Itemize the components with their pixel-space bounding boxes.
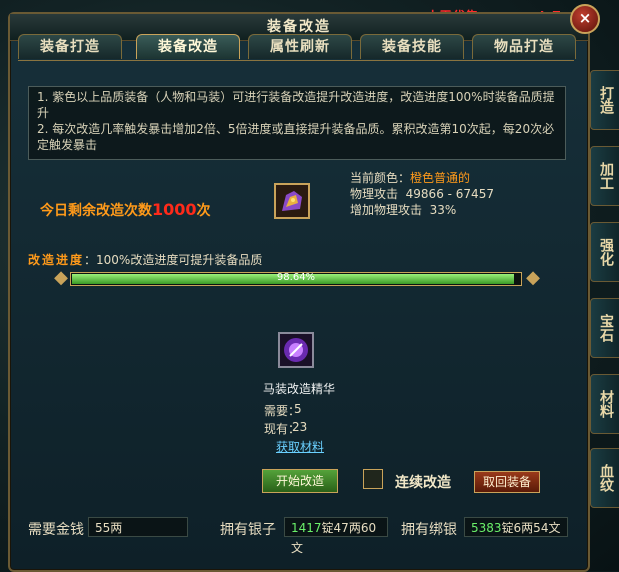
material-have-value: 23 — [292, 420, 308, 434]
side-tab-material[interactable]: 材料 — [590, 374, 619, 434]
remaining-label: 今日剩余改造次数 — [40, 203, 152, 219]
bound-silver-label: 拥有绑银 — [401, 522, 457, 538]
bonus-label: 增加物理攻击 — [350, 203, 423, 217]
remaining-attempts: 今日剩余改造次数1000次 — [40, 200, 211, 220]
tab-item-forge[interactable]: 物品打造 — [472, 34, 576, 59]
cost-value: 55两 — [88, 517, 188, 537]
attack-value: 49866 - 67457 — [405, 187, 494, 201]
side-tab-gem[interactable]: 宝石 — [590, 298, 619, 358]
current-color-value: 橙色普通的 — [410, 171, 471, 185]
tab-attribute-refresh[interactable]: 属性刷新 — [248, 34, 352, 59]
continuous-upgrade-checkbox[interactable] — [363, 469, 383, 489]
rules-line-1: 1. 紫色以上品质装备（人物和马装）可进行装备改造提升改造进度，改造进度100%… — [37, 90, 555, 120]
attack-label: 物理攻击 — [350, 187, 399, 201]
side-tab-enhance[interactable]: 强化 — [590, 222, 619, 282]
bound-silver-value: 5383锭6两54文 — [464, 517, 568, 537]
rules-line-2: 2. 每次改造几率触发暴击增加2倍、5倍进度或直接提升装备品质。累积改造第10次… — [37, 122, 555, 152]
continuous-upgrade-label: 连续改造 — [395, 475, 451, 491]
upgrade-progress-bar: 98.64% — [70, 272, 522, 286]
material-need-value: 5 — [294, 402, 302, 416]
silver-amount: 1417 — [291, 521, 322, 535]
material-slot[interactable] — [278, 332, 314, 368]
bar-right-cap-icon: ◆ — [526, 267, 540, 288]
bound-amount: 5383 — [471, 521, 502, 535]
bar-left-cap-icon: ◆ — [54, 267, 68, 288]
silver-label: 拥有银子 — [220, 522, 276, 538]
progress-note: ：100%改造进度可提升装备品质 — [84, 253, 263, 267]
currency-bar: 需要金钱 55两 拥有银子 1417锭47两60文 拥有绑银 5383锭6两54… — [18, 513, 578, 555]
retrieve-equipment-button[interactable]: 取回装备 — [474, 471, 540, 493]
tab-equip-upgrade[interactable]: 装备改造 — [136, 34, 240, 59]
side-tab-forge[interactable]: 打造 — [590, 70, 619, 130]
acquire-material-link[interactable]: 获取材料 — [276, 438, 324, 455]
side-tab-bloodline[interactable]: 血纹 — [590, 448, 619, 508]
rules-info-box: 1. 紫色以上品质装备（人物和马装）可进行装备改造提升改造进度，改造进度100%… — [28, 86, 566, 160]
material-name: 马装改造精华 — [262, 382, 335, 396]
equipment-slot[interactable] — [274, 183, 310, 219]
side-tab-process[interactable]: 加工 — [590, 146, 619, 206]
silver-value: 1417锭47两60文 — [284, 517, 388, 555]
current-color-label: 当前颜色： — [350, 171, 411, 185]
close-icon[interactable]: × — [570, 4, 600, 34]
remaining-count: 1000 — [152, 200, 197, 219]
tab-divider — [18, 60, 574, 61]
progress-value: 98.64% — [276, 272, 316, 283]
horse-armor-icon — [276, 185, 308, 217]
cost-label: 需要金钱 — [28, 522, 84, 538]
bound-rest: 锭6两54文 — [501, 521, 561, 535]
tab-equip-skill[interactable]: 装备技能 — [360, 34, 464, 59]
remaining-suffix: 次 — [196, 203, 211, 219]
bonus-value: 33% — [429, 203, 457, 217]
tab-equip-forge[interactable]: 装备打造 — [18, 34, 122, 59]
essence-orb-icon — [280, 334, 312, 366]
current-attributes: 当前颜色：橙色普通的 物理攻击 49866 - 67457 增加物理攻击 33% — [350, 170, 494, 218]
start-upgrade-button[interactable]: 开始改造 — [262, 469, 338, 493]
